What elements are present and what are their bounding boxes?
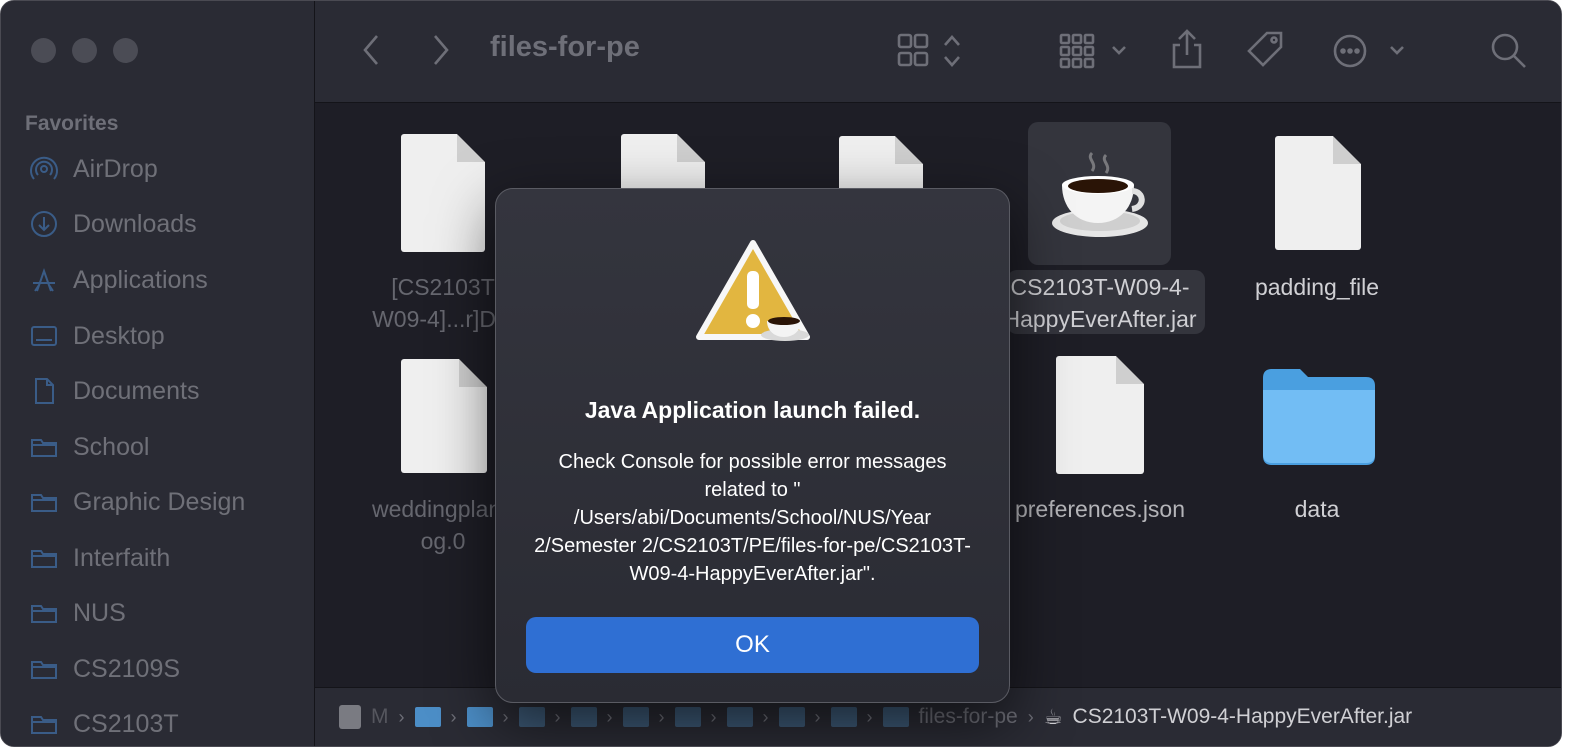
chevron-right-icon: › xyxy=(658,706,665,727)
documents-folder-icon[interactable] xyxy=(518,707,545,727)
favorites-heading: Favorites xyxy=(25,112,119,135)
chevron-right-icon: › xyxy=(554,706,561,727)
sidebar-item-nus[interactable]: NUS xyxy=(29,593,126,633)
folder-icon xyxy=(29,543,59,573)
file-name: preferences.json xyxy=(1014,496,1186,522)
sidebar-item-documents[interactable]: Documents xyxy=(29,371,199,411)
file-item[interactable] xyxy=(781,131,981,194)
document-thumbnail xyxy=(1056,356,1144,474)
back-button[interactable] xyxy=(355,31,387,69)
sidebar-item-interfaith[interactable]: Interfaith xyxy=(29,538,170,578)
folder-icon xyxy=(29,432,59,462)
sidebar-item-label: Documents xyxy=(73,376,200,405)
group-by-button[interactable] xyxy=(1059,31,1131,71)
chevron-right-icon: › xyxy=(762,706,769,727)
folder-icon xyxy=(29,654,59,684)
document-thumbnail xyxy=(1275,136,1361,250)
sidebar-item-label: CS2103T xyxy=(73,709,179,738)
dialog-message: Check Console for possible error message… xyxy=(534,451,971,585)
chevron-right-icon: › xyxy=(398,706,405,727)
airdrop-icon xyxy=(29,154,59,184)
minimize-window-button[interactable] xyxy=(72,38,97,63)
file-name: padding_file xyxy=(1254,274,1380,300)
path-segment-jar[interactable]: CS2103T-W09-4-HappyEverAfter.jar xyxy=(1073,705,1413,729)
zip-archive-thumbnail xyxy=(839,136,923,194)
file-name: CS2103T-W09-4- HappyEverAfter.jar xyxy=(1003,274,1197,332)
desktop-icon xyxy=(29,321,59,351)
file-item[interactable]: data xyxy=(1217,356,1417,536)
sidebar-item-label: Desktop xyxy=(73,321,165,350)
view-mode-button[interactable] xyxy=(897,31,967,71)
documents-icon xyxy=(29,376,59,406)
user-folder-icon[interactable] xyxy=(414,707,441,727)
sidebar-item-downloads[interactable]: Downloads xyxy=(29,204,197,244)
sidebar-item-cs2103t[interactable]: CS2103T xyxy=(29,704,179,744)
chevron-right-icon: › xyxy=(606,706,613,727)
folder-icon[interactable] xyxy=(726,707,753,727)
chevron-right-icon: › xyxy=(814,706,821,727)
folder-icon xyxy=(1259,366,1379,468)
file-item[interactable]: padding_file xyxy=(1217,131,1417,311)
applications-icon xyxy=(29,265,59,295)
java-file-icon: ☕ xyxy=(1043,705,1063,729)
file-name: data xyxy=(1294,496,1340,522)
search-button[interactable] xyxy=(1489,31,1529,71)
sidebar-item-school[interactable]: School xyxy=(29,427,149,467)
folder-icon[interactable] xyxy=(570,707,597,727)
sidebar-item-label: School xyxy=(73,432,150,461)
more-actions-button[interactable] xyxy=(1333,31,1415,71)
folder-icon xyxy=(882,707,909,727)
sidebar: Favorites AirDrop Downloads Applications… xyxy=(1,1,315,746)
window-title: files-for-pe xyxy=(490,31,640,63)
sidebar-item-applications[interactable]: Applications xyxy=(29,260,208,300)
alert-dialog: Java Application launch failed. Check Co… xyxy=(495,188,1010,703)
chevron-right-icon: › xyxy=(502,706,509,727)
sidebar-item-label: Downloads xyxy=(73,209,197,238)
sidebar-item-label: AirDrop xyxy=(73,154,158,183)
home-folder-icon[interactable] xyxy=(466,707,493,727)
path-segment-files-for-pe[interactable]: files-for-pe xyxy=(919,705,1018,729)
share-button[interactable] xyxy=(1169,27,1205,71)
zoom-window-button[interactable] xyxy=(113,38,138,63)
sidebar-item-cs2109s[interactable]: CS2109S xyxy=(29,649,180,689)
file-item[interactable] xyxy=(563,131,763,194)
sidebar-item-desktop[interactable]: Desktop xyxy=(29,316,165,356)
file-item-selected[interactable]: CS2103T-W09-4- HappyEverAfter.jar xyxy=(1000,131,1200,341)
warning-icon xyxy=(695,239,811,345)
finder-window: Favorites AirDrop Downloads Applications… xyxy=(0,0,1562,747)
path-segment-drive[interactable]: M xyxy=(371,705,389,729)
document-thumbnail xyxy=(401,134,485,252)
window-controls xyxy=(31,38,138,63)
folder-icon[interactable] xyxy=(830,707,857,727)
hard-drive-icon xyxy=(339,705,361,729)
folder-icon[interactable] xyxy=(622,707,649,727)
forward-button[interactable] xyxy=(425,31,457,69)
downloads-icon xyxy=(29,209,59,239)
folder-icon xyxy=(29,487,59,517)
sidebar-item-airdrop[interactable]: AirDrop xyxy=(29,149,158,189)
sidebar-item-label: Graphic Design xyxy=(73,487,246,516)
chevron-right-icon: › xyxy=(710,706,717,727)
document-thumbnail xyxy=(621,134,705,194)
dialog-title: Java Application launch failed. xyxy=(584,397,921,423)
sidebar-item-label: Applications xyxy=(73,265,208,294)
sidebar-item-label: NUS xyxy=(73,598,126,627)
sidebar-item-label: Interfaith xyxy=(73,543,171,572)
sidebar-item-graphic-design[interactable]: Graphic Design xyxy=(29,482,245,522)
document-thumbnail xyxy=(401,359,487,473)
close-window-button[interactable] xyxy=(31,38,56,63)
chevron-right-icon: › xyxy=(866,706,873,727)
chevron-right-icon: › xyxy=(450,706,457,727)
file-item[interactable]: preferences.json xyxy=(1000,356,1200,536)
toolbar: files-for-pe xyxy=(315,1,1561,103)
java-coffee-icon xyxy=(1048,149,1152,249)
chevron-right-icon: › xyxy=(1027,706,1034,727)
folder-icon xyxy=(29,598,59,628)
folder-icon[interactable] xyxy=(674,707,701,727)
ok-button[interactable]: OK xyxy=(526,617,979,673)
folder-icon[interactable] xyxy=(778,707,805,727)
tag-button[interactable] xyxy=(1245,29,1287,71)
folder-icon xyxy=(29,709,59,739)
sidebar-item-label: CS2109S xyxy=(73,654,181,683)
